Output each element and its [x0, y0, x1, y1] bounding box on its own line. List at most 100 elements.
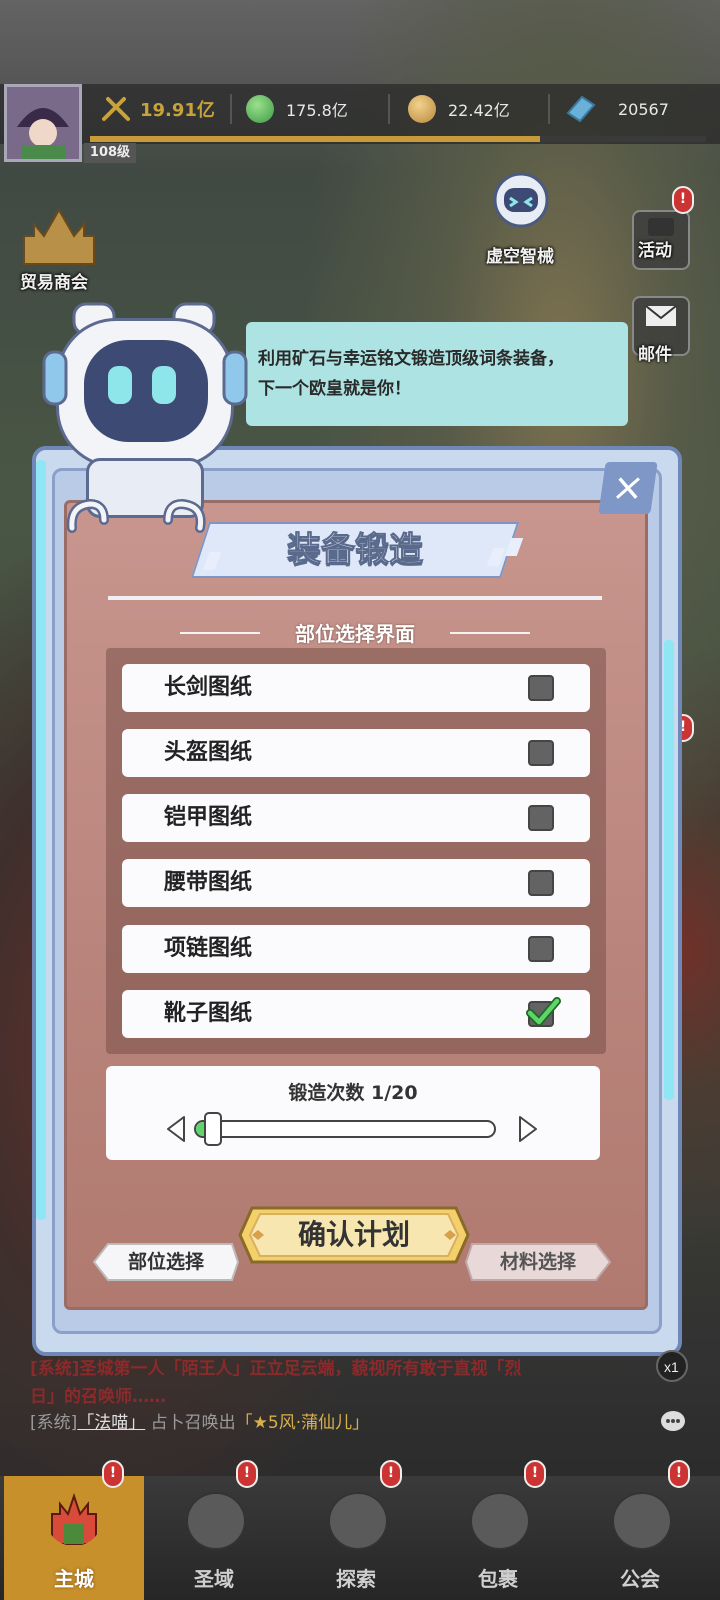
chat-text: 占卜召唤出: [150, 1413, 236, 1433]
green-orb-icon: [246, 95, 274, 123]
robot-eye: [152, 366, 176, 404]
blueprint-checkbox[interactable]: [528, 870, 554, 896]
blueprint-label: 铠甲图纸: [164, 805, 253, 830]
forge-count-label: 锻造次数 1/20: [288, 1082, 418, 1104]
frame-accent: [36, 460, 46, 1220]
chat-icon[interactable]: [658, 1408, 688, 1436]
trade-guild-label[interactable]: 贸易商会: [20, 268, 88, 293]
blueprint-row-belt[interactable]: 腰带图纸: [122, 859, 590, 907]
confirm-plan-label[interactable]: 确认计划: [238, 1206, 470, 1264]
slider-thumb[interactable]: [204, 1112, 222, 1146]
telescope-icon: [328, 1492, 388, 1550]
material-select-label[interactable]: 材料选择: [464, 1242, 612, 1282]
nav-explore[interactable]: 探索: [286, 1476, 426, 1600]
robot-claws: [66, 498, 206, 533]
part-select-label[interactable]: 部位选择: [92, 1242, 240, 1282]
nav-label: 主城: [54, 1567, 94, 1591]
nav-guild[interactable]: 公会: [570, 1476, 710, 1600]
nav-bag[interactable]: 包裹: [428, 1476, 568, 1600]
bubble-line-1: 利用矿石与幸运铭文锻造顶级词条装备，: [258, 349, 564, 369]
divider: [548, 94, 550, 124]
chat-line: [系统]「法喵」 占卜召唤出「★5风·蒲仙儿」: [30, 1408, 369, 1433]
void-mech-robot-icon[interactable]: [486, 170, 556, 236]
robot-headphone-left: [42, 350, 68, 406]
notification-badge: !: [672, 186, 694, 214]
notification-badge: !: [102, 1460, 124, 1488]
robot-speech-bubble: 利用矿石与幸运铭文锻造顶级词条装备， 下一个欧皇就是你！: [246, 322, 628, 426]
close-button[interactable]: ×: [598, 462, 658, 514]
player-level: 108级: [84, 143, 136, 163]
resource-diamond[interactable]: 20567: [564, 92, 669, 126]
blueprint-checkbox[interactable]: [528, 936, 554, 962]
blue-crystal-icon: [566, 95, 596, 123]
blueprint-row-helmet[interactable]: 头盔图纸: [122, 729, 590, 777]
green-gem-value: 175.8亿: [286, 101, 348, 120]
blueprint-checkbox[interactable]: [528, 675, 554, 701]
chat-system-tag: [系统]: [30, 1413, 78, 1433]
svg-text:x1: x1: [664, 1359, 679, 1375]
notification-badge: !: [668, 1460, 690, 1488]
robot-headphone-right: [222, 350, 248, 406]
swords-icon: [102, 97, 130, 121]
guild-crest-icon: [612, 1492, 672, 1550]
blueprint-checkbox[interactable]: [528, 805, 554, 831]
divider: [230, 94, 232, 124]
increase-arrow-icon[interactable]: [516, 1114, 540, 1144]
nav-holy-domain[interactable]: 圣域: [144, 1476, 284, 1600]
xp-bar-fill: [90, 136, 540, 142]
void-mech-label[interactable]: 虚空智械: [486, 242, 554, 267]
trade-guild-castle-icon[interactable]: [14, 206, 104, 266]
gold-coin-icon: [408, 95, 436, 123]
decrease-arrow-icon[interactable]: [164, 1114, 188, 1144]
mail-label[interactable]: 邮件: [638, 340, 672, 365]
close-icon: ×: [609, 465, 648, 509]
checkmark-icon: [526, 997, 561, 1026]
chat-player-name[interactable]: 「法喵」: [77, 1413, 145, 1433]
panel-title: 装备锻造: [287, 530, 424, 571]
notification-badge: !: [380, 1460, 402, 1488]
activity-label[interactable]: 活动: [638, 236, 672, 261]
frame-accent: [664, 640, 674, 1100]
nav-main-city[interactable]: 主城: [4, 1476, 144, 1600]
subtitle-line: [180, 632, 260, 634]
blueprint-label: 头盔图纸: [164, 740, 253, 765]
nav-label: 圣域: [194, 1567, 234, 1591]
blueprint-row-armor[interactable]: 铠甲图纸: [122, 794, 590, 842]
player-avatar[interactable]: [4, 84, 82, 162]
blueprint-row-necklace[interactable]: 项链图纸: [122, 925, 590, 973]
blueprint-label: 长剑图纸: [164, 675, 253, 700]
diamond-value: 20567: [618, 99, 669, 119]
subtitle-line: [450, 632, 530, 634]
blueprint-label: 靴子图纸: [164, 1001, 253, 1026]
nav-label: 公会: [620, 1567, 660, 1591]
chat-line: 日」的召唤师……: [30, 1387, 166, 1407]
robot-mascot-face: [84, 340, 208, 442]
power-value: 19.91亿: [140, 100, 215, 121]
title-divider: [108, 596, 602, 600]
avatar-portrait-icon: [7, 87, 79, 159]
panel-subtitle: 部位选择界面: [295, 622, 415, 646]
vortex-icon: [186, 1492, 246, 1550]
castle-icon: [51, 1492, 97, 1545]
bag-icon: [470, 1492, 530, 1550]
divider: [388, 94, 390, 124]
blueprint-label: 腰带图纸: [164, 870, 253, 895]
robot-eye: [108, 366, 132, 404]
chat-line: [系统]圣城第一人「陌王人」正立足云端，藐视所有敢于直视「烈: [30, 1359, 522, 1379]
blueprint-label: 项链图纸: [164, 936, 253, 961]
resource-green-gem: 175.8亿: [246, 92, 348, 126]
chat-item-name[interactable]: 「★5风·蒲仙儿」: [236, 1413, 369, 1433]
blueprint-row-boots[interactable]: 靴子图纸: [122, 990, 590, 1038]
resource-gold[interactable]: 22.42亿: [408, 92, 510, 126]
envelope-icon: [645, 305, 677, 326]
nav-label: 包裹: [478, 1567, 518, 1591]
resource-power: 19.91亿: [100, 92, 215, 126]
notification-badge: !: [524, 1460, 546, 1488]
gold-value: 22.42亿: [448, 101, 510, 120]
nav-label: 探索: [336, 1567, 376, 1591]
forge-count-slider[interactable]: [194, 1120, 496, 1138]
blueprint-row-sword[interactable]: 长剑图纸: [122, 664, 590, 712]
blueprint-checkbox[interactable]: [528, 740, 554, 766]
notification-badge: !: [236, 1460, 258, 1488]
speed-multiplier-icon[interactable]: x1: [654, 1348, 694, 1384]
